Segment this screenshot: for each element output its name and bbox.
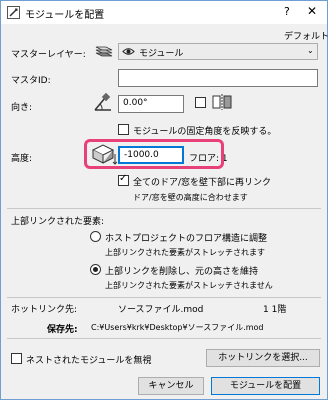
title-bar: モジュールを配置 ? ✕ (1, 1, 327, 24)
keep-height-label: 上部リンクを削除し、元の高さを維持 (105, 267, 259, 277)
radio-selected-dot (93, 267, 98, 272)
hotlink-floor: 1 1階 (263, 305, 287, 315)
relink-doors-note: ドア/窓を壁の高度に合わせます (133, 193, 248, 202)
elevation-label: 高度: (11, 154, 33, 164)
reflect-angle-checkbox[interactable] (118, 124, 129, 135)
master-layer-value: モジュール (139, 49, 184, 59)
checkmark-icon: ✓ (119, 173, 128, 184)
relink-doors-label: 全てのドア/窓を壁下部に再リンク (133, 178, 272, 188)
orientation-label: 向き: (11, 103, 33, 113)
master-id-label: マスタID: (11, 76, 51, 86)
orientation-angle-input[interactable]: 0.00° (118, 95, 184, 113)
upper-linked-header: 上部リンクされた要素: (11, 217, 105, 227)
relink-doors-checkbox[interactable]: ✓ (118, 173, 129, 186)
divider (7, 338, 321, 339)
adjust-floor-radio[interactable] (90, 231, 101, 242)
master-layer-select[interactable]: モジュール ⌄ (118, 43, 318, 60)
master-id-input[interactable] (118, 69, 318, 87)
reflect-angle-label: モジュールの固定角度を反映する。 (133, 127, 277, 137)
defaults-link[interactable]: デフォルト (284, 29, 328, 42)
help-button[interactable]: ? (284, 5, 290, 18)
ignore-nested-checkbox[interactable] (11, 353, 22, 364)
divider (7, 208, 321, 209)
ignore-nested-label: ネストされたモジュールを無視 (26, 356, 152, 366)
cancel-button[interactable]: キャンセル (138, 377, 204, 395)
master-layer-label: マスターレイヤー: (11, 50, 86, 60)
chevron-down-icon: ⌄ (307, 46, 314, 55)
rotation-angle-icon (94, 92, 111, 111)
hotlink-label: ホットリンク先: (11, 305, 78, 315)
save-path-value: C:¥Users¥krk¥Desktop¥ソースファイル.mod (91, 323, 264, 332)
elevation-highlight (84, 139, 224, 169)
layer-stack-icon (95, 46, 113, 57)
place-module-button[interactable]: モジュールを配置 (211, 377, 320, 395)
eye-icon (122, 48, 135, 55)
close-button[interactable]: ✕ (307, 4, 317, 18)
select-hotlink-button[interactable]: ホットリンクを選択... (206, 349, 320, 367)
app-icon (7, 6, 20, 19)
adjust-floor-label: ホストプロジェクトのフロア構造に調整 (105, 234, 268, 244)
adjust-floor-note: 上部リンクされた要素がストレッチされます (105, 248, 265, 257)
save-path-label: 保存先: (47, 325, 78, 335)
mirror-checkbox[interactable] (195, 97, 206, 108)
mirror-icon (212, 94, 232, 110)
window-title: モジュールを配置 (25, 10, 105, 21)
hotlink-source: ソースファイル.mod (118, 305, 204, 315)
keep-height-note: 上部リンクされた要素がストレッチされません (105, 281, 273, 290)
divider (7, 297, 321, 298)
keep-height-radio[interactable] (90, 264, 101, 275)
place-module-dialog: モジュールを配置 ? ✕ デフォルト マスターレイヤー: モジュール ⌄ マスタ… (0, 0, 328, 400)
